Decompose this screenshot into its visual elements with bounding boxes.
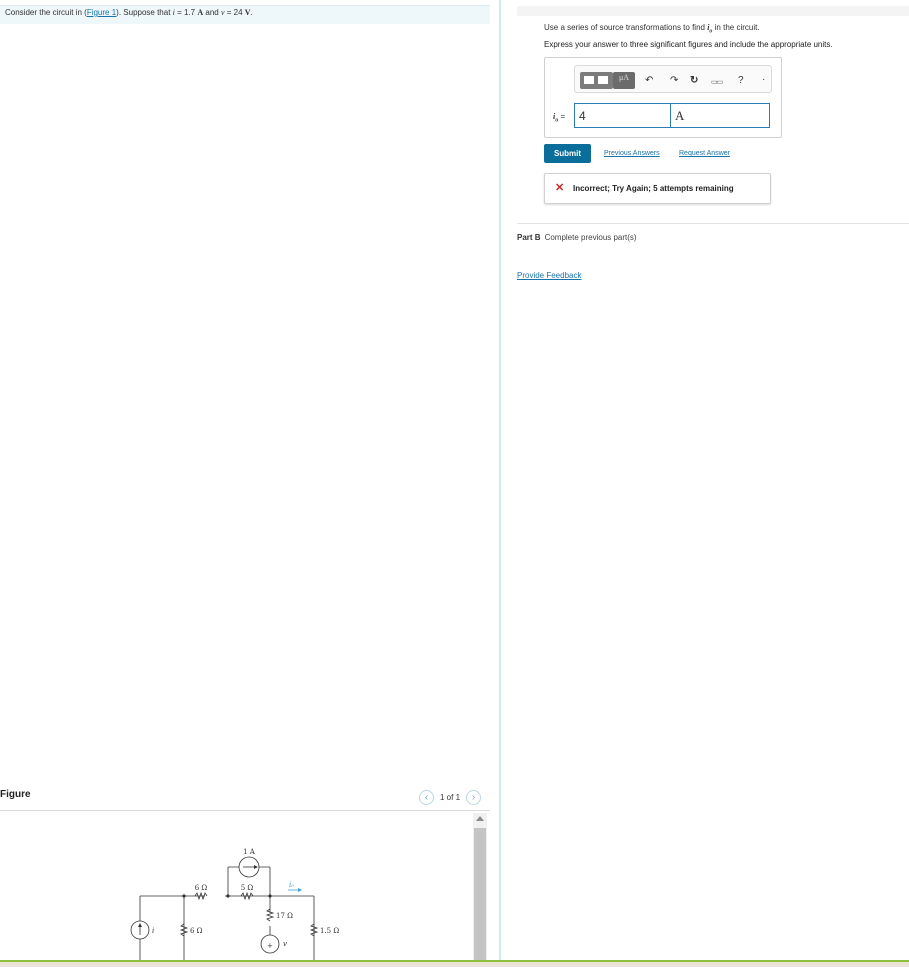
circuit-figure: 1 A 6 Ω 5 Ω 6 Ω 17 Ω 1.5 Ω i v i₀ + xyxy=(110,838,370,960)
figure-pane: Consider the circuit in (Figure 1). Supp… xyxy=(0,0,497,960)
answer-unit-field[interactable] xyxy=(670,103,770,128)
next-figure-button[interactable]: › xyxy=(466,789,482,805)
previous-figure-button[interactable]: ‹ xyxy=(419,789,434,805)
feedback-message: ✕ Incorrect; Try Again; 5 attempts remai… xyxy=(544,173,771,204)
node xyxy=(268,894,272,898)
problem-text: Consider the circuit in ( xyxy=(5,8,87,17)
part-b-header[interactable]: Part B Complete previous part(s) xyxy=(517,233,637,242)
request-answer-link[interactable]: Request Answer xyxy=(679,150,730,157)
circuit-diagram: 1 A 6 Ω 5 Ω 6 Ω 17 Ω 1.5 Ω i v i₀ + xyxy=(130,848,339,960)
figure-pager: ‹ 1 of 1 › xyxy=(419,789,482,805)
problem-text: and xyxy=(203,8,221,17)
label-6-left: 6 Ω xyxy=(190,927,203,935)
instruction-text: in the circuit. xyxy=(712,23,760,32)
node xyxy=(226,894,230,898)
problem-text: ). Suppose that xyxy=(116,8,173,17)
reset-icon[interactable]: ↻ xyxy=(690,76,698,86)
feedback-text: Incorrect; Try Again; 5 attempts remaini… xyxy=(573,184,734,193)
equals-sign: = xyxy=(558,112,566,121)
question-pane: Use a series of source transformations t… xyxy=(501,0,909,960)
template-icon xyxy=(584,76,594,84)
problem-statement: Consider the circuit in (Figure 1). Supp… xyxy=(0,5,490,24)
answer-value-field[interactable] xyxy=(574,103,671,128)
math-toolbar: μA ↶ ↷ ↻ ▭▭ ? · xyxy=(574,65,772,93)
arrow-head xyxy=(298,888,302,892)
divider xyxy=(0,810,490,811)
label-i: i xyxy=(152,927,154,935)
answer-format-instruction: Express your answer to three significant… xyxy=(544,40,833,49)
label-6-top: 6 Ω xyxy=(195,884,208,892)
current-value: = 1.7 xyxy=(174,8,198,17)
submit-button[interactable]: Submit xyxy=(544,144,591,163)
label-1-5: 1.5 Ω xyxy=(320,927,339,935)
units-button[interactable]: μA xyxy=(613,72,635,89)
template-icon xyxy=(598,76,608,84)
instruction-text: Use a series of source transformations t… xyxy=(544,23,708,32)
label-v: v xyxy=(283,940,287,948)
templates-button[interactable] xyxy=(580,72,613,89)
problem-text: . xyxy=(250,8,253,17)
provide-feedback-link[interactable]: Provide Feedback xyxy=(517,271,581,280)
figure-link[interactable]: Figure 1 xyxy=(87,8,116,17)
incorrect-icon: ✕ xyxy=(555,182,565,194)
question-instruction: Use a series of source transformations t… xyxy=(544,23,760,35)
part-b-status: Complete previous part(s) xyxy=(544,233,637,242)
scrollbar-thumb[interactable] xyxy=(474,828,486,960)
label-5: 5 Ω xyxy=(241,884,254,892)
keyboard-icon[interactable]: ▭▭ xyxy=(711,78,723,88)
label-plus: + xyxy=(267,942,273,950)
help-icon[interactable]: ? xyxy=(738,76,744,86)
answer-panel: μA ↶ ↷ ↻ ▭▭ ? · io = xyxy=(544,57,782,138)
label-17: 17 Ω xyxy=(276,912,293,920)
figure-heading: Figure xyxy=(0,789,31,800)
label-1a: 1 A xyxy=(243,848,256,856)
undo-icon[interactable]: ↶ xyxy=(645,76,653,86)
answer-label: io = xyxy=(553,112,565,124)
previous-answers-link[interactable]: Previous Answers xyxy=(604,150,660,157)
header-strip xyxy=(517,6,909,16)
scroll-up-icon[interactable] xyxy=(476,816,484,821)
figure-scrollbar[interactable] xyxy=(473,813,487,960)
node xyxy=(182,894,186,898)
figure-page-indicator: 1 of 1 xyxy=(440,792,461,802)
redo-icon[interactable]: ↷ xyxy=(670,76,678,86)
divider xyxy=(517,223,909,224)
voltage-value: = 24 xyxy=(224,8,245,17)
bottom-bar xyxy=(0,960,909,967)
part-b-label: Part B xyxy=(517,233,541,242)
label-io: i₀ xyxy=(289,881,294,889)
more-icon[interactable]: · xyxy=(762,75,765,85)
